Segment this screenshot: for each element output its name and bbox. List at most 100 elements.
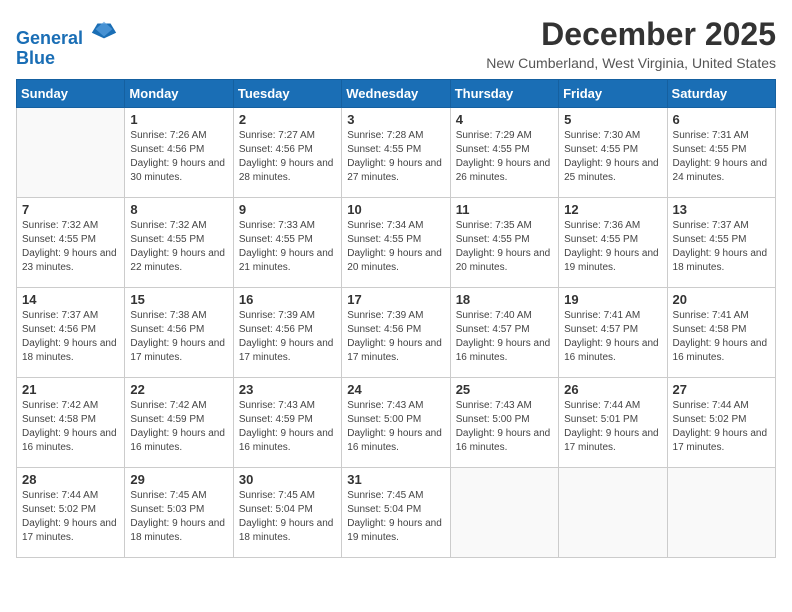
day-number: 21 <box>22 382 119 397</box>
day-number: 2 <box>239 112 336 127</box>
day-info: Sunrise: 7:30 AMSunset: 4:55 PMDaylight:… <box>564 129 661 185</box>
calendar-cell: 6 Sunrise: 7:31 AMSunset: 4:55 PMDaylight… <box>667 108 775 198</box>
day-number: 18 <box>456 292 553 307</box>
calendar-cell: 5 Sunrise: 7:30 AMSunset: 4:55 PMDaylight… <box>559 108 667 198</box>
day-info: Sunrise: 7:43 AMSunset: 5:00 PMDaylight:… <box>456 399 553 455</box>
day-info: Sunrise: 7:41 AMSunset: 4:57 PMDaylight:… <box>564 309 661 365</box>
week-row-3: 14Sunrise: 7:37 AMSunset: 4:56 PMDayligh… <box>17 288 776 378</box>
calendar-cell: 4 Sunrise: 7:29 AMSunset: 4:55 PMDaylight… <box>450 108 558 198</box>
calendar-cell: 8 Sunrise: 7:32 AMSunset: 4:55 PMDaylight… <box>125 198 233 288</box>
calendar-cell: 2 Sunrise: 7:27 AMSunset: 4:56 PMDaylight… <box>233 108 341 198</box>
day-info: Sunrise: 7:42 AMSunset: 4:58 PMDaylight:… <box>22 399 119 455</box>
day-number: 15 <box>130 292 227 307</box>
day-number: 6 <box>673 112 770 127</box>
calendar-cell: 14Sunrise: 7:37 AMSunset: 4:56 PMDayligh… <box>17 288 125 378</box>
day-info: Sunrise: 7:29 AMSunset: 4:55 PMDaylight:… <box>456 129 553 185</box>
calendar-cell: 16Sunrise: 7:39 AMSunset: 4:56 PMDayligh… <box>233 288 341 378</box>
calendar-cell: 27Sunrise: 7:44 AMSunset: 5:02 PMDayligh… <box>667 378 775 468</box>
weekday-header-wednesday: Wednesday <box>342 80 450 108</box>
day-number: 23 <box>239 382 336 397</box>
day-info: Sunrise: 7:44 AMSunset: 5:02 PMDaylight:… <box>22 489 119 545</box>
logo-icon <box>90 16 118 44</box>
day-number: 26 <box>564 382 661 397</box>
day-info: Sunrise: 7:32 AMSunset: 4:55 PMDaylight:… <box>22 219 119 275</box>
calendar-cell: 30 Sunrise: 7:45 AMSunset: 5:04 PMDayligh… <box>233 468 341 558</box>
calendar-cell: 7Sunrise: 7:32 AMSunset: 4:55 PMDaylight… <box>17 198 125 288</box>
calendar-cell: 21 Sunrise: 7:42 AMSunset: 4:58 PMDayligh… <box>17 378 125 468</box>
calendar-cell: 18 Sunrise: 7:40 AMSunset: 4:57 PMDayligh… <box>450 288 558 378</box>
day-info: Sunrise: 7:40 AMSunset: 4:57 PMDaylight:… <box>456 309 553 365</box>
day-info: Sunrise: 7:38 AMSunset: 4:56 PMDaylight:… <box>130 309 227 365</box>
calendar-cell: 15 Sunrise: 7:38 AMSunset: 4:56 PMDayligh… <box>125 288 233 378</box>
page-header: General Blue December 2025 New Cumberlan… <box>16 16 776 71</box>
logo-blue: Blue <box>16 48 55 68</box>
day-info: Sunrise: 7:45 AMSunset: 5:04 PMDaylight:… <box>347 489 444 545</box>
day-info: Sunrise: 7:37 AMSunset: 4:56 PMDaylight:… <box>22 309 119 365</box>
calendar-table: SundayMondayTuesdayWednesdayThursdayFrid… <box>16 79 776 558</box>
day-number: 28 <box>22 472 119 487</box>
calendar-cell: 25 Sunrise: 7:43 AMSunset: 5:00 PMDayligh… <box>450 378 558 468</box>
calendar-cell: 19Sunrise: 7:41 AMSunset: 4:57 PMDayligh… <box>559 288 667 378</box>
weekday-header-monday: Monday <box>125 80 233 108</box>
logo: General Blue <box>16 16 118 69</box>
weekday-header-row: SundayMondayTuesdayWednesdayThursdayFrid… <box>17 80 776 108</box>
calendar-cell: 11 Sunrise: 7:35 AMSunset: 4:55 PMDayligh… <box>450 198 558 288</box>
day-info: Sunrise: 7:42 AMSunset: 4:59 PMDaylight:… <box>130 399 227 455</box>
location: New Cumberland, West Virginia, United St… <box>486 55 776 71</box>
day-number: 22 <box>130 382 227 397</box>
day-info: Sunrise: 7:39 AMSunset: 4:56 PMDaylight:… <box>239 309 336 365</box>
day-number: 29 <box>130 472 227 487</box>
calendar-cell: 29 Sunrise: 7:45 AMSunset: 5:03 PMDayligh… <box>125 468 233 558</box>
calendar-cell: 20 Sunrise: 7:41 AMSunset: 4:58 PMDayligh… <box>667 288 775 378</box>
day-number: 3 <box>347 112 444 127</box>
calendar-cell: 24 Sunrise: 7:43 AMSunset: 5:00 PMDayligh… <box>342 378 450 468</box>
month-title: December 2025 <box>486 16 776 53</box>
weekday-header-saturday: Saturday <box>667 80 775 108</box>
day-number: 8 <box>130 202 227 217</box>
day-number: 17 <box>347 292 444 307</box>
day-info: Sunrise: 7:41 AMSunset: 4:58 PMDaylight:… <box>673 309 770 365</box>
day-number: 9 <box>239 202 336 217</box>
logo-general: General <box>16 28 83 48</box>
day-number: 24 <box>347 382 444 397</box>
day-info: Sunrise: 7:35 AMSunset: 4:55 PMDaylight:… <box>456 219 553 275</box>
day-number: 31 <box>347 472 444 487</box>
week-row-4: 21 Sunrise: 7:42 AMSunset: 4:58 PMDayligh… <box>17 378 776 468</box>
day-info: Sunrise: 7:43 AMSunset: 5:00 PMDaylight:… <box>347 399 444 455</box>
title-block: December 2025 New Cumberland, West Virgi… <box>486 16 776 71</box>
calendar-cell: 1Sunrise: 7:26 AMSunset: 4:56 PMDaylight… <box>125 108 233 198</box>
day-number: 12 <box>564 202 661 217</box>
calendar-cell <box>667 468 775 558</box>
day-number: 25 <box>456 382 553 397</box>
day-info: Sunrise: 7:31 AMSunset: 4:55 PMDaylight:… <box>673 129 770 185</box>
calendar-cell: 13Sunrise: 7:37 AMSunset: 4:55 PMDayligh… <box>667 198 775 288</box>
day-info: Sunrise: 7:27 AMSunset: 4:56 PMDaylight:… <box>239 129 336 185</box>
day-number: 20 <box>673 292 770 307</box>
calendar-cell: 9 Sunrise: 7:33 AMSunset: 4:55 PMDaylight… <box>233 198 341 288</box>
calendar-cell: 22 Sunrise: 7:42 AMSunset: 4:59 PMDayligh… <box>125 378 233 468</box>
day-info: Sunrise: 7:44 AMSunset: 5:01 PMDaylight:… <box>564 399 661 455</box>
calendar-cell: 17 Sunrise: 7:39 AMSunset: 4:56 PMDayligh… <box>342 288 450 378</box>
day-number: 10 <box>347 202 444 217</box>
day-info: Sunrise: 7:45 AMSunset: 5:03 PMDaylight:… <box>130 489 227 545</box>
day-info: Sunrise: 7:39 AMSunset: 4:56 PMDaylight:… <box>347 309 444 365</box>
calendar-cell: 26 Sunrise: 7:44 AMSunset: 5:01 PMDayligh… <box>559 378 667 468</box>
day-number: 11 <box>456 202 553 217</box>
day-info: Sunrise: 7:33 AMSunset: 4:55 PMDaylight:… <box>239 219 336 275</box>
day-number: 4 <box>456 112 553 127</box>
day-info: Sunrise: 7:32 AMSunset: 4:55 PMDaylight:… <box>130 219 227 275</box>
calendar-cell: 31 Sunrise: 7:45 AMSunset: 5:04 PMDayligh… <box>342 468 450 558</box>
weekday-header-thursday: Thursday <box>450 80 558 108</box>
calendar-cell: 12Sunrise: 7:36 AMSunset: 4:55 PMDayligh… <box>559 198 667 288</box>
calendar-cell: 3 Sunrise: 7:28 AMSunset: 4:55 PMDaylight… <box>342 108 450 198</box>
week-row-5: 28 Sunrise: 7:44 AMSunset: 5:02 PMDayligh… <box>17 468 776 558</box>
day-number: 1 <box>130 112 227 127</box>
day-number: 5 <box>564 112 661 127</box>
day-number: 30 <box>239 472 336 487</box>
day-info: Sunrise: 7:43 AMSunset: 4:59 PMDaylight:… <box>239 399 336 455</box>
calendar-cell <box>17 108 125 198</box>
calendar-cell <box>450 468 558 558</box>
day-info: Sunrise: 7:45 AMSunset: 5:04 PMDaylight:… <box>239 489 336 545</box>
calendar-cell: 28 Sunrise: 7:44 AMSunset: 5:02 PMDayligh… <box>17 468 125 558</box>
day-info: Sunrise: 7:28 AMSunset: 4:55 PMDaylight:… <box>347 129 444 185</box>
